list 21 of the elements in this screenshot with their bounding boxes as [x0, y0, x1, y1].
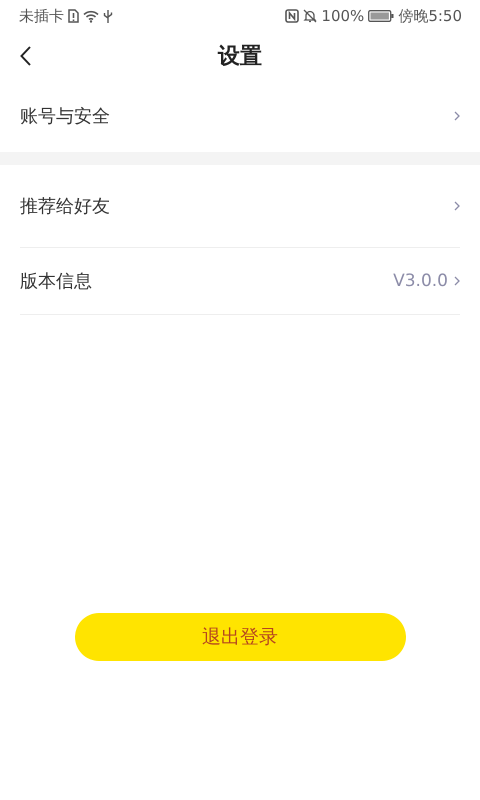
wifi-icon: [83, 10, 99, 22]
settings-row[interactable]: 版本信息 V3.0.0: [20, 248, 460, 315]
logout-button[interactable]: 退出登录: [74, 613, 406, 661]
row-value: V3.0.0: [393, 271, 448, 291]
settings-row[interactable]: 推荐给好友: [20, 165, 460, 248]
chevron-right-icon: [454, 201, 460, 211]
chevron-right-icon: [454, 276, 460, 286]
settings-row[interactable]: 账号与安全: [20, 80, 460, 152]
battery-icon: [368, 10, 394, 22]
nfc-icon: [285, 9, 300, 23]
clock-text: 傍晚5:50: [398, 6, 462, 26]
bell-off-icon: [303, 9, 318, 23]
usb-icon: [103, 8, 113, 24]
row-label: 账号与安全: [20, 105, 111, 128]
page-title: 设置: [218, 43, 262, 71]
carrier-text: 未插卡: [19, 6, 64, 26]
row-label: 推荐给好友: [20, 195, 111, 218]
battery-percent-text: 100%: [321, 7, 364, 25]
sim-alert-icon: [68, 9, 79, 23]
row-label: 版本信息: [20, 270, 93, 293]
chevron-right-icon: [454, 111, 460, 121]
